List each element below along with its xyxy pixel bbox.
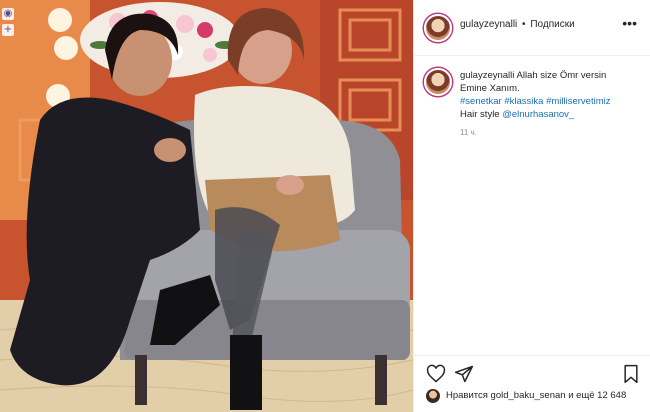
- liker-avatar[interactable]: [426, 389, 440, 403]
- avatar[interactable]: [424, 14, 452, 42]
- mention-link[interactable]: @elnurhasanov_: [502, 109, 574, 120]
- plus-icon[interactable]: +: [2, 24, 14, 36]
- separator-dot: •: [522, 19, 526, 30]
- caption-text: gulayzeynalli Allah size Ömr versin Emin…: [460, 69, 646, 121]
- post-photo[interactable]: ◉ +: [0, 0, 413, 412]
- heart-icon[interactable]: [426, 364, 446, 384]
- post-details-panel: gulayzeynalli • Подписки ••• gulayzeynal…: [413, 0, 650, 412]
- instagram-post: ◉ + gulayzeynalli • Подписки ••• gulayze…: [0, 0, 650, 412]
- username-link[interactable]: gulayzeynalli: [460, 19, 517, 30]
- post-header: gulayzeynalli • Подписки •••: [414, 0, 650, 56]
- photo-illustration: [0, 0, 413, 412]
- post-time: 11 ч.: [460, 128, 477, 137]
- caption-line2: Emine Xanım.: [460, 83, 520, 94]
- caption-line1: Allah size Ömr versin: [516, 70, 607, 81]
- caption-username-link[interactable]: gulayzeynalli: [460, 70, 514, 81]
- caption-avatar[interactable]: [424, 68, 452, 96]
- bookmark-icon[interactable]: [621, 364, 641, 384]
- more-options-icon[interactable]: •••: [622, 15, 637, 31]
- camera-icon[interactable]: ◉: [2, 8, 14, 20]
- hair-style-text: Hair style: [460, 109, 503, 120]
- likes-row: Нравится gold_baku_senan и ещё 12 648: [414, 387, 650, 407]
- action-bar: [414, 355, 650, 391]
- hashtags-link[interactable]: #senetkar #klassika #milliservetimiz: [460, 96, 610, 107]
- following-button[interactable]: Подписки: [530, 19, 574, 30]
- send-icon[interactable]: [454, 364, 474, 384]
- header-text: gulayzeynalli • Подписки: [460, 19, 575, 30]
- likes-text[interactable]: Нравится gold_baku_senan и ещё 12 648: [446, 390, 626, 401]
